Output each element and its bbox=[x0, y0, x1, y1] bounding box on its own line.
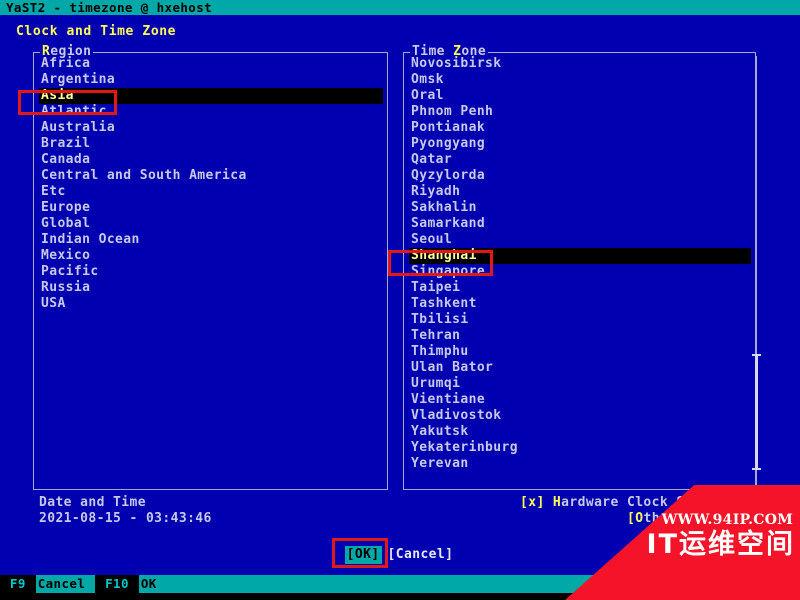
timezone-item[interactable]: Qatar bbox=[409, 152, 751, 168]
function-key-label-ok[interactable]: OK bbox=[138, 575, 167, 593]
region-item[interactable]: USA bbox=[39, 296, 383, 312]
region-item[interactable]: Canada bbox=[39, 152, 383, 168]
region-item[interactable]: Indian Ocean bbox=[39, 232, 383, 248]
hwclock-space bbox=[545, 495, 553, 510]
timezone-item[interactable]: Urumqi bbox=[409, 376, 751, 392]
scrollbar-thumb[interactable] bbox=[752, 354, 761, 470]
timezone-item[interactable]: Tbilisi bbox=[409, 312, 751, 328]
timezone-item[interactable]: Shanghai bbox=[409, 248, 751, 264]
function-key-f10[interactable]: F10 bbox=[95, 575, 139, 593]
timezone-item[interactable]: Novosibirsk bbox=[409, 56, 751, 72]
region-item[interactable]: Asia bbox=[39, 88, 383, 104]
page-title: Clock and Time Zone bbox=[16, 24, 177, 39]
timezone-item[interactable]: Vladivostok bbox=[409, 408, 751, 424]
scrollbar-thumb-cap-bottom bbox=[752, 468, 761, 470]
timezone-item[interactable]: Singapore bbox=[409, 264, 751, 280]
timezone-item[interactable]: Samarkand bbox=[409, 216, 751, 232]
watermark-text: IT运维空间 bbox=[646, 529, 795, 560]
region-item[interactable]: Brazil bbox=[39, 136, 383, 152]
timezone-item[interactable]: Thimphu bbox=[409, 344, 751, 360]
cancel-button[interactable]: [Cancel] bbox=[386, 546, 456, 564]
timezone-item[interactable]: Qyzylorda bbox=[409, 168, 751, 184]
timezone-item[interactable]: Yekaterinburg bbox=[409, 440, 751, 456]
region-item[interactable]: Central and South America bbox=[39, 168, 383, 184]
region-item[interactable]: Europe bbox=[39, 200, 383, 216]
watermark-url: WWW.94IP.COM bbox=[661, 512, 793, 528]
date-and-time-value: 2021-08-15 - 03:43:46 bbox=[39, 511, 212, 526]
timezone-item[interactable]: Pontianak bbox=[409, 120, 751, 136]
function-key-list: F9 Cancel F10 OK bbox=[0, 575, 167, 593]
date-and-time-label: Date and Time bbox=[39, 495, 146, 510]
timezone-item[interactable]: Yakutsk bbox=[409, 424, 751, 440]
ok-button[interactable]: [OK] bbox=[344, 546, 382, 564]
region-item[interactable]: Etc bbox=[39, 184, 383, 200]
timezone-panel: Time Zone Novosibirsk Omsk Oral Phnom Penh P… bbox=[403, 44, 756, 490]
timezone-item[interactable]: Seoul bbox=[409, 232, 751, 248]
region-item[interactable]: Russia bbox=[39, 280, 383, 296]
checkbox-glyph: [x] bbox=[520, 495, 545, 510]
timezone-item[interactable]: Sakhalin bbox=[409, 200, 751, 216]
timezone-item[interactable]: Tashkent bbox=[409, 296, 751, 312]
window-titlebar: YaST2 - timezone @ hxehost bbox=[0, 0, 800, 15]
timezone-item[interactable]: Omsk bbox=[409, 72, 751, 88]
function-key-f9[interactable]: F9 bbox=[0, 575, 36, 593]
region-item[interactable]: Atlantic bbox=[39, 104, 383, 120]
timezone-item[interactable]: Pyongyang bbox=[409, 136, 751, 152]
terminal-screen: YaST2 - timezone @ hxehost Clock and Tim… bbox=[0, 0, 800, 600]
watermark-banner: WWW.94IP.COM IT运维空间 bbox=[565, 485, 800, 600]
region-item[interactable]: Mexico bbox=[39, 248, 383, 264]
timezone-item[interactable]: Ulan Bator bbox=[409, 360, 751, 376]
timezone-item[interactable]: Riyadh bbox=[409, 184, 751, 200]
timezone-list[interactable]: Novosibirsk Omsk Oral Phnom Penh Pontianak Py… bbox=[409, 56, 751, 486]
region-list[interactable]: Africa Argentina Asia Atlantic Australia Braz… bbox=[39, 56, 383, 486]
function-key-label-cancel[interactable]: Cancel bbox=[35, 575, 96, 593]
timezone-item[interactable]: Phnom Penh bbox=[409, 104, 751, 120]
hwclock-hotkey: H bbox=[552, 495, 562, 510]
region-item[interactable]: Global bbox=[39, 216, 383, 232]
region-item[interactable]: Africa bbox=[39, 56, 383, 72]
timezone-item[interactable]: Tehran bbox=[409, 328, 751, 344]
region-item[interactable]: Pacific bbox=[39, 264, 383, 280]
scrollbar-thumb-bar bbox=[755, 354, 758, 470]
vertical-scrollbar[interactable] bbox=[751, 56, 761, 486]
region-item[interactable]: Australia bbox=[39, 120, 383, 136]
timezone-item[interactable]: Yerevan bbox=[409, 456, 751, 472]
timezone-item[interactable]: Taipei bbox=[409, 280, 751, 296]
timezone-item[interactable]: Vientiane bbox=[409, 392, 751, 408]
timezone-item[interactable]: Oral bbox=[409, 88, 751, 104]
region-panel: Region Africa Argentina Asia Atlantic Austra… bbox=[33, 44, 388, 490]
region-item[interactable]: Argentina bbox=[39, 72, 383, 88]
